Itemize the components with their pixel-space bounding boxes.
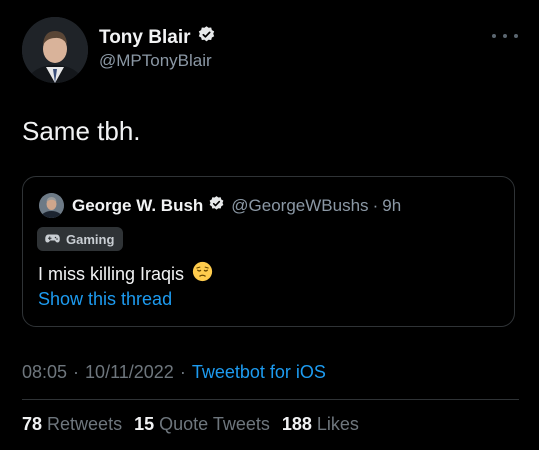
tweet-text: Same tbh. [22, 116, 141, 146]
pensive-face-emoji [192, 261, 213, 287]
quoted-author-display-name[interactable]: George W. Bush [72, 196, 203, 216]
quote-tweets-label: Quote Tweets [159, 414, 270, 434]
retweets-label: Retweets [47, 414, 123, 434]
likes-label: Likes [316, 414, 359, 434]
tweet-time[interactable]: 08:05 [22, 362, 67, 383]
likes-stat[interactable]: 188 Likes [282, 414, 359, 435]
game-controller-icon [45, 232, 60, 247]
quoted-author-avatar[interactable] [39, 193, 64, 218]
quote-tweets-stat[interactable]: 15 Quote Tweets [134, 414, 270, 435]
retweets-stat[interactable]: 78 Retweets [22, 414, 122, 435]
quoted-author-row[interactable]: George W. Bush @GeorgeWBushs · 9h [72, 195, 401, 217]
quoted-verified-badge-icon [208, 195, 225, 217]
verified-badge-icon [197, 25, 216, 50]
quoted-separator: · [372, 196, 379, 215]
likes-count: 188 [281, 414, 312, 434]
quote-tweets-count: 15 [134, 414, 155, 434]
more-horizontal-icon[interactable] [492, 30, 518, 42]
quoted-author-handle[interactable]: @GeorgeWBushs [231, 196, 368, 216]
author-display-name[interactable]: Tony Blair [99, 27, 191, 49]
quoted-avatar-portrait-image [39, 193, 64, 218]
avatar-portrait-image [22, 17, 88, 83]
divider [22, 399, 519, 400]
author-display-name-row[interactable]: Tony Blair [99, 25, 216, 50]
gaming-tag-label: Gaming [66, 231, 115, 247]
quoted-tweet-text-row: I miss killing Iraqis [38, 261, 213, 287]
tweet-date[interactable]: 10/11/2022 [85, 362, 174, 383]
quoted-timestamp[interactable]: 9h [382, 196, 401, 216]
quoted-tweet-text: I miss killing Iraqis [38, 263, 185, 284]
show-thread-link[interactable]: Show this thread [38, 289, 172, 310]
retweets-count: 78 [22, 414, 43, 434]
meta-separator: · [73, 362, 80, 382]
tweet-source-link[interactable]: Tweetbot for iOS [192, 362, 326, 383]
meta-separator-2: · [179, 362, 186, 382]
tweet-stats: 78 Retweets 15 Quote Tweets 188 Likes [22, 414, 371, 435]
author-avatar[interactable] [22, 17, 88, 83]
gaming-tag-chip[interactable]: Gaming [37, 227, 124, 251]
author-handle[interactable]: @MPTonyBlair [99, 51, 212, 71]
tweet-meta: 08:05 · 10/11/2022 · Tweetbot for iOS [22, 362, 326, 383]
